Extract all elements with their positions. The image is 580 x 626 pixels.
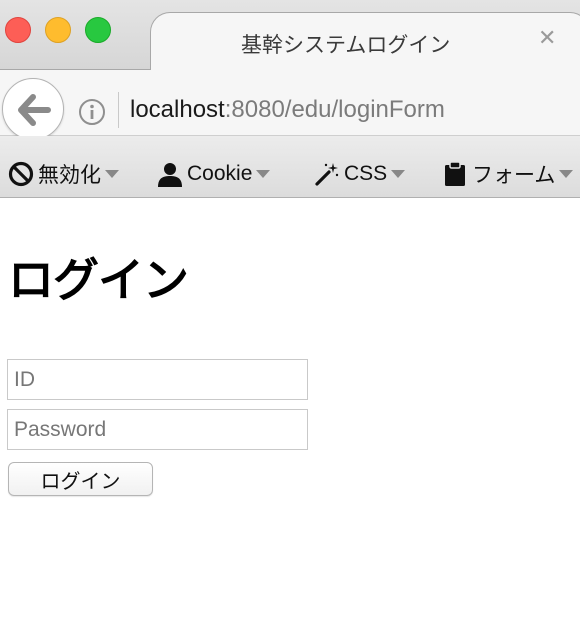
- toolbar-item-label: 無効化: [38, 164, 101, 187]
- url-field[interactable]: localhost:8080/edu/loginForm: [130, 96, 445, 124]
- page-title: ログイン: [8, 253, 189, 307]
- info-icon[interactable]: [78, 98, 106, 126]
- tab-title: 基幹システムログイン: [241, 33, 451, 57]
- toolbar-item-css[interactable]: CSS: [314, 160, 406, 188]
- toolbar-item-label: CSS: [344, 162, 388, 185]
- browser-titlebar: 基幹システムログイン ✕: [0, 0, 580, 72]
- toolbar-item-form[interactable]: フォーム: [442, 160, 574, 188]
- user-icon: [158, 163, 182, 187]
- url-path: :8080/edu/loginForm: [224, 96, 445, 123]
- toolbar-item-cookie[interactable]: Cookie: [157, 160, 271, 188]
- back-arrow-icon: [18, 94, 51, 126]
- chevron-down-icon: [391, 170, 406, 178]
- chevron-down-icon: [256, 170, 271, 178]
- url-separator: [118, 92, 119, 128]
- window-close-button[interactable]: [5, 17, 31, 43]
- password-input[interactable]: [7, 409, 308, 450]
- toolbar-item-disable[interactable]: 無効化: [8, 160, 119, 188]
- window-minimize-button[interactable]: [45, 17, 71, 43]
- chevron-down-icon: [559, 170, 574, 178]
- clipboard-icon: [445, 161, 465, 186]
- id-input[interactable]: [7, 359, 308, 400]
- toolbar-item-label: フォーム: [472, 164, 556, 187]
- toolbar-item-label: Cookie: [187, 162, 253, 185]
- window-maximize-button[interactable]: [85, 17, 111, 43]
- extension-toolbar: 無効化 Cookie CSS フォーム: [0, 136, 580, 198]
- browser-tab[interactable]: 基幹システムログイン ✕: [150, 12, 580, 72]
- magic-wand-icon: [315, 163, 339, 186]
- back-button[interactable]: [2, 78, 64, 140]
- login-button[interactable]: ログイン: [8, 462, 153, 496]
- chevron-down-icon: [105, 170, 119, 178]
- url-host: localhost: [130, 96, 225, 123]
- navigation-bar: localhost:8080/edu/loginForm: [0, 70, 580, 140]
- block-icon: [8, 161, 34, 187]
- close-icon[interactable]: ✕: [538, 26, 556, 51]
